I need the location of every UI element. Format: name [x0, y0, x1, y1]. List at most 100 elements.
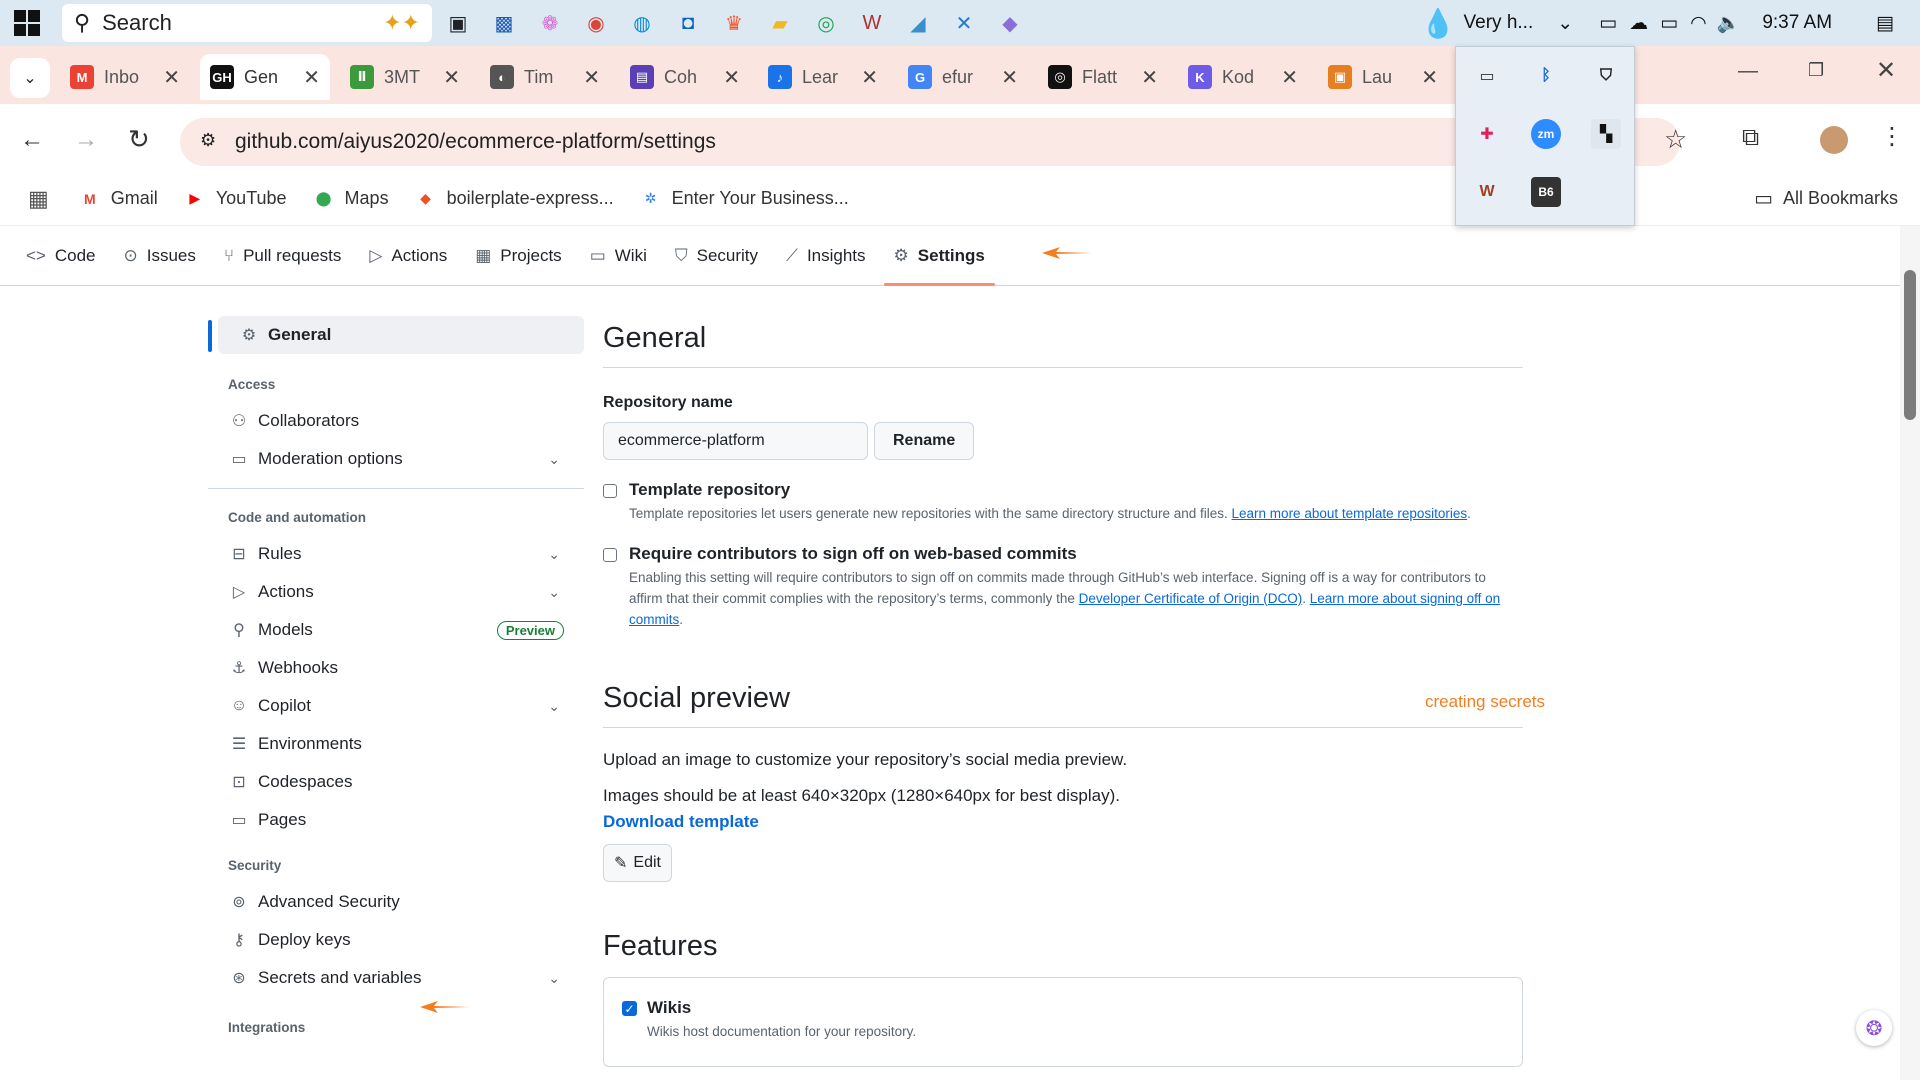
bookmark-star-icon[interactable]: ☆	[1664, 124, 1687, 155]
copilot-icon[interactable]: ❁	[530, 5, 570, 41]
tab-close-icon[interactable]: ✕	[1001, 65, 1018, 90]
all-bookmarks[interactable]: ▭ All Bookmarks	[1754, 186, 1898, 211]
sidebar-item-webhooks[interactable]: ⚓ Webhooks	[208, 649, 584, 687]
onedrive-icon[interactable]: ☁	[1629, 12, 1648, 35]
outlook-icon[interactable]: ◘	[668, 5, 708, 41]
assistant-floating-icon[interactable]: ❂	[1856, 1010, 1892, 1046]
browser-tab[interactable]: GH Gen ✕	[200, 54, 330, 100]
sidebar-item-pages[interactable]: ▭ Pages	[208, 801, 584, 839]
repo-tab-insights[interactable]: ⟋ Insights	[786, 226, 866, 286]
brave-icon[interactable]: ♛	[714, 5, 754, 41]
tab-search-button[interactable]: ⌄	[10, 58, 50, 98]
repo-tab-actions[interactable]: ▷ Actions	[369, 226, 447, 286]
chrome-icon[interactable]: ◉	[576, 5, 616, 41]
meet-icon[interactable]: ▭	[1599, 12, 1617, 35]
task-view-icon[interactable]: ▣	[438, 5, 478, 41]
browser-tab[interactable]: Gefur ✕	[898, 54, 1028, 100]
tab-close-icon[interactable]: ✕	[1421, 65, 1438, 90]
weather-icon[interactable]: 💧	[1421, 7, 1456, 40]
word-tray-icon[interactable]: W	[1472, 177, 1502, 207]
sidebar-item-moderation[interactable]: ▭ Moderation options ⌄	[208, 440, 584, 478]
word-icon[interactable]: W	[852, 5, 892, 41]
browser-tab[interactable]: M Inbo ✕	[60, 54, 190, 100]
site-info-icon[interactable]: ⚙	[200, 130, 216, 151]
whatsapp-icon[interactable]: ◎	[806, 5, 846, 41]
zoom-icon[interactable]: zm	[1531, 119, 1561, 149]
bookmark-item[interactable]: ▶ YouTube	[184, 188, 286, 210]
sidebar-item-deploy-keys[interactable]: ⚷ Deploy keys	[208, 921, 584, 959]
address-url[interactable]: github.com/aiyus2020/ecommerce-platform/…	[235, 130, 716, 154]
bluetooth-icon[interactable]: ᛒ	[1531, 61, 1561, 91]
bookmark-item[interactable]: ⬤ Maps	[313, 188, 389, 210]
repo-name-input[interactable]: ecommerce-platform	[603, 422, 868, 460]
browser-tab[interactable]: ♪ Lear ✕	[758, 54, 888, 100]
repo-tab-issues[interactable]: ⊙ Issues	[124, 226, 196, 286]
browser-tab[interactable]: ▣ Lau ✕	[1318, 54, 1448, 100]
minimize-icon[interactable]: —	[1738, 60, 1758, 83]
repo-tab-code[interactable]: <> Code	[26, 226, 96, 286]
sidebar-item-general[interactable]: ⚙ General	[218, 316, 584, 354]
sidebar-item-collaborators[interactable]: ⚇ Collaborators	[208, 402, 584, 440]
display-icon[interactable]: ▭	[1472, 61, 1502, 91]
notification-icon[interactable]: ▤	[1876, 12, 1894, 35]
browser-tab[interactable]: ◐ Tim ✕	[480, 54, 610, 100]
back-icon[interactable]: ←	[20, 126, 44, 154]
vscode-icon[interactable]: ✕	[944, 5, 984, 41]
slack-icon[interactable]: ✚	[1472, 119, 1502, 149]
repo-tab-pull-requests[interactable]: ⑂ Pull requests	[224, 226, 341, 286]
rename-button[interactable]: Rename	[874, 422, 975, 460]
edge-icon[interactable]: ◍	[622, 5, 662, 41]
template-checkbox[interactable]	[603, 484, 617, 498]
repo-tab-settings[interactable]: ⚙ Settings	[883, 226, 996, 286]
sidebar-item-rules[interactable]: ⊟ Rules ⌄	[208, 535, 584, 573]
tab-close-icon[interactable]: ✕	[443, 65, 460, 90]
taskbar-search-box[interactable]: ⚲ Search ✦✦	[62, 4, 432, 42]
extensions-icon[interactable]: ⧉	[1742, 124, 1759, 152]
sidebar-item-actions[interactable]: ▷ Actions ⌄	[208, 573, 584, 611]
tab-close-icon[interactable]: ✕	[583, 65, 600, 90]
reload-icon[interactable]: ↻	[128, 124, 150, 155]
app2-icon[interactable]: ◆	[990, 5, 1030, 41]
forward-icon[interactable]: →	[74, 126, 98, 154]
defender-icon[interactable]: ⛉	[1591, 61, 1621, 91]
browser-tab[interactable]: Ⅱ 3MT ✕	[340, 54, 470, 100]
bookmark-item[interactable]: ✲ Enter Your Business...	[640, 188, 849, 210]
tab-close-icon[interactable]: ✕	[1281, 65, 1298, 90]
apps-grid-icon[interactable]: ▦	[28, 186, 49, 212]
template-learn-link[interactable]: Learn more about template repositories	[1232, 506, 1468, 521]
tab-close-icon[interactable]: ✕	[303, 65, 320, 90]
chevron-up-icon[interactable]: ⌄	[1557, 12, 1573, 35]
bookmark-item[interactable]: M Gmail	[79, 188, 158, 210]
menu-kebab-icon[interactable]: ⋮	[1880, 122, 1904, 151]
sidebar-item-models[interactable]: ⚲ Models Preview	[208, 611, 584, 649]
app-icon[interactable]: ◢	[898, 5, 938, 41]
browser-tab[interactable]: ▤ Coh ✕	[620, 54, 750, 100]
dco-link[interactable]: Developer Certificate of Origin (DCO)	[1079, 591, 1303, 606]
tab-close-icon[interactable]: ✕	[723, 65, 740, 90]
sidebar-item-secrets[interactable]: ⊛ Secrets and variables ⌄	[208, 959, 584, 997]
volume-icon[interactable]: 🔈	[1717, 11, 1741, 35]
scrollbar-thumb[interactable]	[1904, 270, 1916, 420]
repo-tab-security[interactable]: ⛉ Security	[675, 226, 758, 286]
weather-text[interactable]: Very h...	[1464, 12, 1534, 34]
sidebar-item-copilot[interactable]: ☺ Copilot ⌄	[208, 687, 584, 725]
clock[interactable]: 9:37 AM	[1762, 12, 1832, 34]
edit-button[interactable]: ✎ Edit	[603, 844, 672, 882]
file-explorer-icon[interactable]: ▰	[760, 5, 800, 41]
battery-icon[interactable]: ▭	[1660, 12, 1678, 35]
tab-close-icon[interactable]: ✕	[163, 65, 180, 90]
app-tray-icon[interactable]: ▚	[1591, 119, 1621, 149]
sidebar-item-environments[interactable]: ☰ Environments	[208, 725, 584, 763]
signoff-checkbox[interactable]	[603, 548, 617, 562]
app3-tray-icon[interactable]: B6	[1531, 177, 1561, 207]
wifi-icon[interactable]: ◠	[1690, 12, 1707, 35]
wikis-checkbox[interactable]: ✓	[622, 1001, 637, 1016]
bookmark-item[interactable]: ◆ boilerplate-express...	[415, 188, 613, 210]
sidebar-item-advanced-security[interactable]: ⊚ Advanced Security	[208, 883, 584, 921]
windows-start-button[interactable]	[0, 0, 54, 46]
tab-close-icon[interactable]: ✕	[1141, 65, 1158, 90]
avatar[interactable]	[1820, 126, 1848, 154]
repo-tab-projects[interactable]: ▦ Projects	[475, 226, 561, 286]
tab-close-icon[interactable]: ✕	[861, 65, 878, 90]
close-window-icon[interactable]: ✕	[1876, 56, 1896, 85]
